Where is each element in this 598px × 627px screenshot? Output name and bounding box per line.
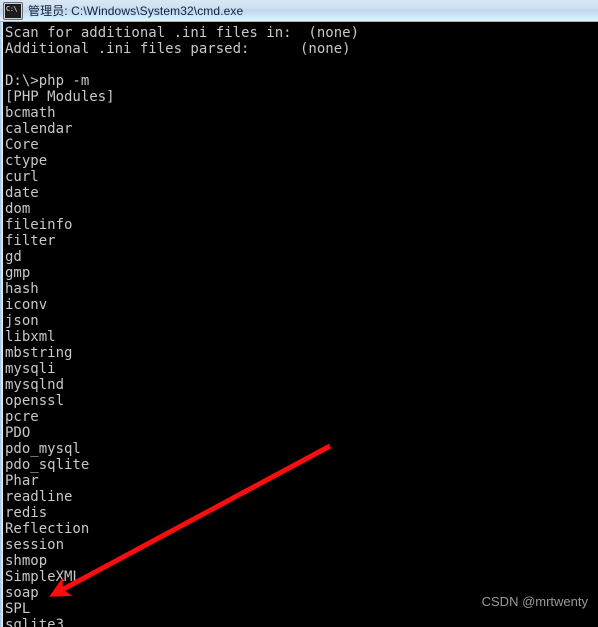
console-line: shmop xyxy=(5,553,48,569)
console-line: D:\>php -m xyxy=(5,73,90,89)
watermark: CSDN @mrtwenty xyxy=(481,594,588,609)
console-line: gmp xyxy=(5,265,31,281)
console-line: mysqlnd xyxy=(5,377,65,393)
console-line: mbstring xyxy=(5,345,73,361)
console-line: filter xyxy=(5,233,56,249)
console-line: SimpleXML xyxy=(5,569,81,585)
console-line: openssl xyxy=(5,393,65,409)
window-titlebar[interactable]: 管理员: C:\Windows\System32\cmd.exe xyxy=(0,0,598,22)
console-line: Additional .ini files parsed: (none) xyxy=(5,41,351,57)
console-line: iconv xyxy=(5,297,48,313)
console-line: curl xyxy=(5,169,39,185)
window-title: 管理员: C:\Windows\System32\cmd.exe xyxy=(28,4,244,18)
console-line: ctype xyxy=(5,153,48,169)
console-line: date xyxy=(5,185,39,201)
console-line: redis xyxy=(5,505,48,521)
console-line: session xyxy=(5,537,65,553)
console-line: Phar xyxy=(5,473,39,489)
console-line: bcmath xyxy=(5,105,56,121)
cmd-window: 管理员: C:\Windows\System32\cmd.exe Scan fo… xyxy=(0,0,598,627)
console-line: pdo_mysql xyxy=(5,441,81,457)
console-line: calendar xyxy=(5,121,73,137)
console-line: pcre xyxy=(5,409,39,425)
console-output[interactable]: Scan for additional .ini files in: (none… xyxy=(3,23,598,627)
console-line: PDO xyxy=(5,425,31,441)
console-line: pdo_sqlite xyxy=(5,457,90,473)
cmd-icon xyxy=(4,2,22,19)
console-line: hash xyxy=(5,281,39,297)
console-line: sqlite3 xyxy=(5,617,65,627)
console-line: Core xyxy=(5,137,39,153)
console-line: mysqli xyxy=(5,361,56,377)
console-line: dom xyxy=(5,201,31,217)
console-line: libxml xyxy=(5,329,56,345)
console-line: [PHP Modules] xyxy=(5,89,115,105)
console-line: Scan for additional .ini files in: (none… xyxy=(5,25,360,41)
console-line: readline xyxy=(5,489,73,505)
console-line: fileinfo xyxy=(5,217,73,233)
console-line: Reflection xyxy=(5,521,90,537)
console-line: gd xyxy=(5,249,22,265)
console-line: json xyxy=(5,313,39,329)
